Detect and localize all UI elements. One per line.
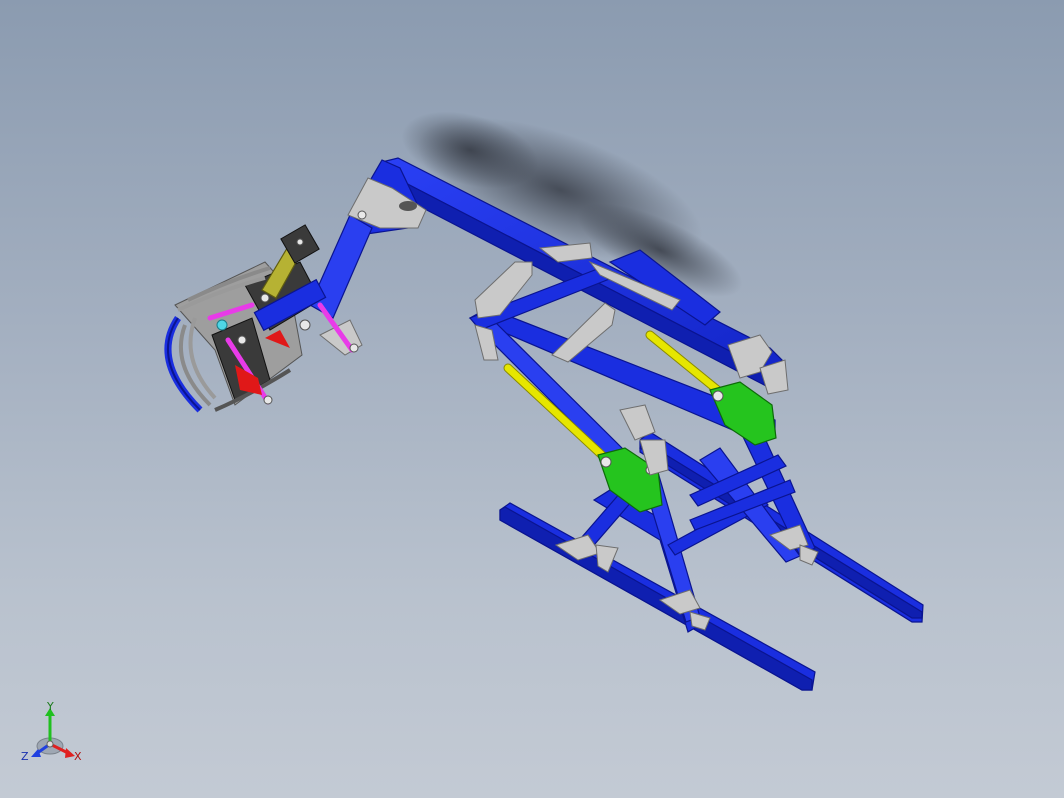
x-axis-label: X: [74, 750, 82, 763]
hydraulic-cylinder-front[interactable]: [503, 363, 610, 463]
model-canvas[interactable]: [0, 0, 1064, 798]
cad-viewport[interactable]: Y X Z: [0, 0, 1064, 798]
z-axis-label: Z: [21, 750, 29, 763]
pivot-pin: [357, 210, 367, 220]
y-axis-label: Y: [47, 700, 54, 713]
view-triad-icon[interactable]: Y X Z: [16, 700, 96, 780]
pivot-hole: [399, 201, 417, 211]
